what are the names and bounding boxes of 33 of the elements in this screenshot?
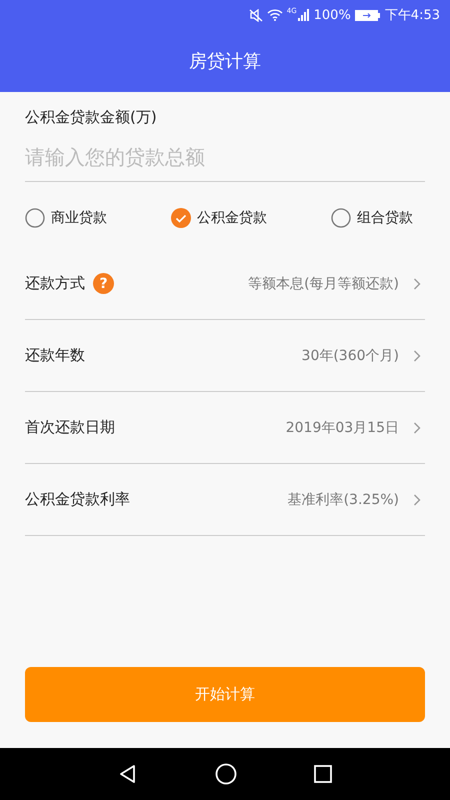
row-label: 还款方式 bbox=[25, 274, 85, 293]
row-value: 基准利率(3.25%) bbox=[288, 490, 399, 508]
chevron-icon bbox=[413, 494, 421, 506]
chevron-icon bbox=[413, 350, 421, 362]
loan-type-option[interactable]: 商业贷款 bbox=[25, 208, 107, 228]
home-icon[interactable] bbox=[214, 763, 237, 785]
loan-amount-field[interactable]: 请输入您的贷款总额 bbox=[25, 131, 425, 182]
battery-icon bbox=[354, 10, 381, 20]
recents-icon[interactable] bbox=[314, 765, 332, 783]
page-title: 房贷计算 bbox=[188, 50, 262, 74]
row-label: 公积金贷款利率 bbox=[25, 490, 130, 509]
wifi-icon bbox=[266, 9, 283, 21]
setting-row[interactable]: 还款年数 30年(360个月) bbox=[25, 320, 425, 392]
setting-row[interactable]: 公积金贷款利率 基准利率(3.25%) bbox=[25, 464, 425, 536]
chevron-icon bbox=[413, 278, 421, 290]
clock: 下午4:53 bbox=[384, 7, 440, 24]
checked-icon bbox=[171, 208, 191, 228]
row-label: 还款年数 bbox=[25, 346, 85, 365]
setting-row[interactable]: 还款方式 ? 等额本息(每月等额还款) bbox=[25, 248, 425, 320]
radio-icon bbox=[25, 208, 45, 228]
battery-percent: 100% bbox=[314, 8, 351, 22]
setting-row[interactable]: 首次还款日期 2019年03月15日 bbox=[25, 392, 425, 464]
row-label: 首次还款日期 bbox=[25, 418, 115, 437]
radio-icon bbox=[331, 208, 351, 228]
row-value: 等额本息(每月等额还款) bbox=[248, 274, 399, 292]
field-label: 公积金贷款金额(万) bbox=[25, 108, 158, 127]
signal-icon bbox=[298, 9, 310, 21]
loan-type-option[interactable]: 组合贷款 bbox=[331, 208, 413, 228]
loan-type-option[interactable]: 公积金贷款 bbox=[171, 208, 267, 228]
mute-icon bbox=[248, 8, 263, 22]
row-value: 30年(360个月) bbox=[302, 346, 399, 364]
chevron-icon bbox=[413, 422, 421, 434]
row-value: 2019年03月15日 bbox=[286, 418, 399, 436]
